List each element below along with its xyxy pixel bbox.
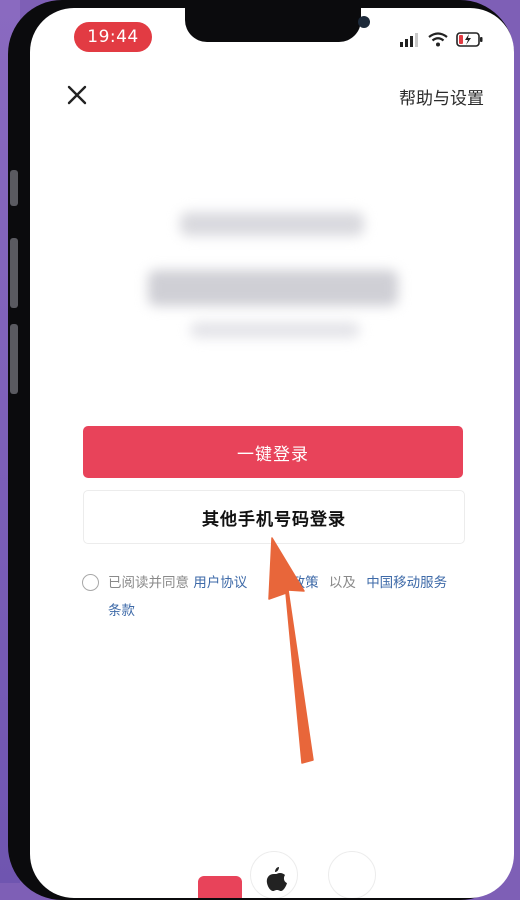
volume-down-button <box>10 324 18 394</box>
agreement-prefix: 已阅读并同意 <box>108 575 189 591</box>
status-time: 19:44 <box>74 22 152 52</box>
apple-icon <box>266 867 287 891</box>
app-logo-button[interactable] <box>198 876 242 898</box>
one-click-login-button[interactable]: 一键登录 <box>83 426 463 478</box>
blurred-hint-text <box>180 212 364 236</box>
notch <box>185 8 370 42</box>
close-icon[interactable] <box>64 82 90 108</box>
other-phone-login-button[interactable]: 其他手机号码登录 <box>83 490 465 544</box>
status-icons <box>400 32 484 47</box>
volume-up-button <box>10 238 18 308</box>
agreement-and: 以及 <box>328 575 356 591</box>
user-agreement-link[interactable]: 用户协议 <box>193 575 247 591</box>
side-button <box>10 170 18 206</box>
help-settings-link[interactable]: 帮助与设置 <box>399 84 484 109</box>
phone-frame: 19:44 帮助与设置 一键登录 其他手机号码登录 已阅读并同意 用户协议 政策… <box>8 0 514 900</box>
wifi-icon <box>428 32 448 47</box>
camera-icon <box>358 16 370 28</box>
agree-radio[interactable] <box>82 574 99 591</box>
apple-login-button[interactable] <box>250 851 298 898</box>
more-login-button[interactable] <box>328 851 376 898</box>
agreement-text: 已阅读并同意 用户协议 政策 以及 中国移动服务条款 <box>82 569 452 625</box>
screen: 19:44 帮助与设置 一键登录 其他手机号码登录 已阅读并同意 用户协议 政策… <box>30 8 514 898</box>
privacy-policy-link[interactable]: 政策 <box>292 575 319 591</box>
blurred-carrier-text <box>190 322 360 338</box>
signal-icon <box>400 32 418 47</box>
battery-icon <box>456 32 483 47</box>
blurred-phone-number <box>148 270 398 306</box>
agreement-row: 已阅读并同意 用户协议 政策 以及 中国移动服务条款 <box>82 569 452 625</box>
